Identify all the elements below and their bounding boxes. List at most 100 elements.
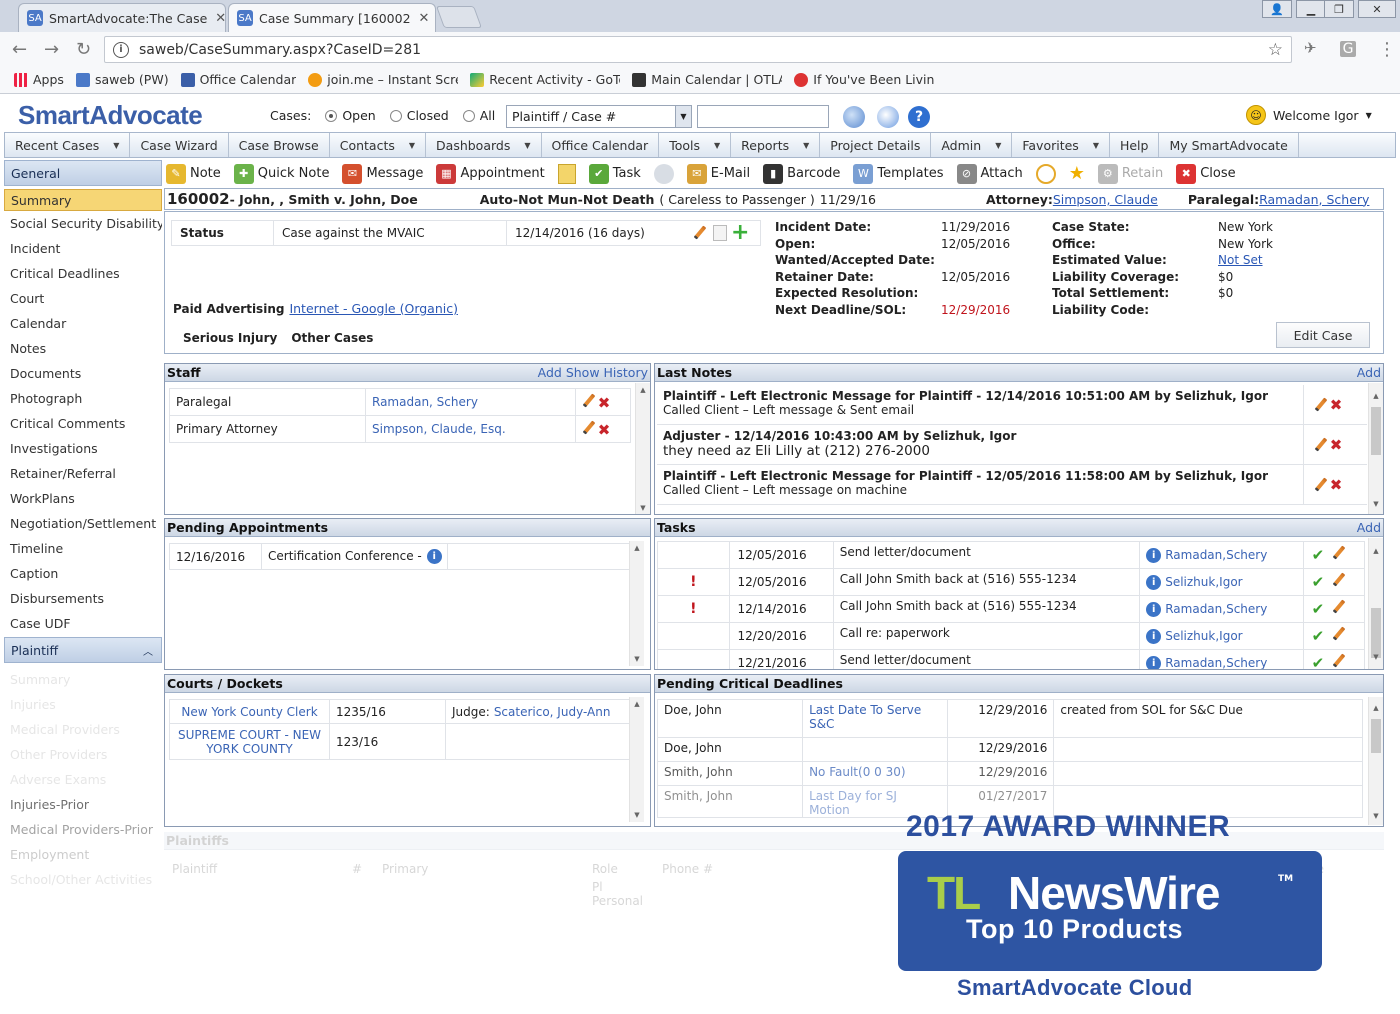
sidebar-item[interactable]: Photograph (4, 386, 162, 411)
bookmark-joinme[interactable]: join.me – Instant Scre (308, 72, 458, 87)
menu-item[interactable]: Dashboards ▼ (426, 133, 542, 157)
clock-icon[interactable] (1035, 163, 1056, 184)
scroll-down-icon[interactable]: ▼ (636, 501, 650, 514)
sidebar-item[interactable]: Caption (4, 561, 162, 586)
edit-pencil-icon[interactable] (582, 421, 596, 435)
close-window-icon[interactable]: ✕ (1358, 0, 1396, 18)
toolbar-barcode-button[interactable]: ▮ Barcode (763, 163, 840, 184)
table-row[interactable]: 12/16/2016 Certification Conference - i (169, 543, 634, 570)
task-assignee-link[interactable]: Ramadan,Schery (1165, 602, 1267, 616)
menu-item[interactable]: Admin ▼ (931, 133, 1013, 157)
bookmark-goto[interactable]: Recent Activity - GoTo (470, 72, 620, 87)
bookmark-main-calendar[interactable]: Main Calendar | OTLA (632, 72, 782, 87)
toolbar-close-button[interactable]: ✖ Close (1176, 163, 1236, 184)
toolbar-retain-button[interactable]: ⚙ Retain (1097, 163, 1163, 184)
edit-pencil-icon[interactable] (693, 226, 707, 240)
sidebar-plaintiff-header[interactable]: Plaintiff ︿ (4, 637, 162, 663)
new-tab-button[interactable] (435, 6, 483, 28)
toolbar-e-mail-button[interactable]: ✉ E-Mail (686, 163, 750, 184)
sidebar-item[interactable]: Retainer/Referral (4, 461, 162, 486)
filter-all-radio[interactable]: All (462, 108, 495, 123)
menu-item[interactable]: Reports ▼ (731, 133, 821, 157)
sidebar-item[interactable]: Timeline (4, 536, 162, 561)
paralegal-link[interactable]: Ramadan, Schery (1259, 192, 1369, 207)
menu-item[interactable]: Help (1110, 133, 1160, 157)
chevron-down-icon[interactable]: ▼ (675, 106, 691, 127)
info-icon[interactable]: i (1146, 655, 1162, 669)
close-tab-icon[interactable]: ✕ (207, 11, 225, 26)
edit-pencil-icon[interactable] (1332, 654, 1346, 668)
add-note-link[interactable]: Add (1357, 365, 1383, 380)
deadline-type-link[interactable] (802, 737, 949, 762)
delete-x-icon[interactable]: ✖ (1328, 397, 1344, 413)
scroll-down-icon[interactable]: ▼ (1369, 497, 1383, 511)
menu-item[interactable]: Case Browse (229, 133, 330, 157)
delete-x-icon[interactable]: ✖ (596, 395, 612, 411)
note-item[interactable]: Adjuster - 12/14/2016 10:43:00 AM by Sel… (657, 425, 1367, 465)
scrollbar[interactable]: ▲ ▼ (635, 383, 650, 514)
back-icon[interactable]: ← (12, 39, 27, 60)
case-search-input[interactable] (697, 105, 829, 128)
complete-check-icon[interactable]: ✔ (1312, 654, 1325, 669)
edit-pencil-icon[interactable] (1332, 546, 1346, 560)
url-input[interactable]: i saweb/CaseSummary.aspx?CaseID=281 ☆ (104, 36, 1292, 63)
table-row[interactable]: New York County Clerk 1235/16 Judge: Scater… (169, 699, 630, 724)
task-assignee-link[interactable]: Ramadan,Schery (1165, 656, 1267, 670)
attorney-link[interactable]: Simpson, Claude (1053, 192, 1158, 207)
sidebar-item[interactable]: Social Security Disability (4, 211, 162, 236)
document-icon[interactable] (713, 225, 727, 241)
sidebar-item[interactable]: Injuries (4, 692, 162, 717)
info-icon[interactable]: i (1146, 547, 1162, 563)
info-icon[interactable]: i (426, 549, 442, 564)
edit-pencil-icon[interactable] (1314, 478, 1328, 492)
scroll-up-icon[interactable]: ▲ (636, 383, 650, 397)
table-row[interactable]: Smith, John No Fault(0 0 30) 12/29/2016 (656, 761, 1363, 786)
task-assignee-link[interactable]: Ramadan,Schery (1165, 548, 1267, 562)
user-profile-icon[interactable]: 👤 (1262, 0, 1292, 18)
bookmark-saweb[interactable]: saweb (PW) (75, 72, 169, 87)
scrollbar[interactable]: ▲ ▼ (629, 697, 644, 822)
scrollbar[interactable]: ▲ ▼ (1368, 538, 1383, 669)
table-row[interactable]: 12/20/2016 Call re: paperwork i Selizhuk,Ig… (657, 622, 1366, 650)
table-row[interactable]: 12/05/2016 Send letter/document i Ramadan,S… (657, 541, 1366, 569)
extension-g-icon[interactable]: G (1340, 41, 1356, 57)
browser-tab-2[interactable]: SA Case Summary [160002 ✕ (228, 3, 436, 32)
toolbar-task-button[interactable]: ✔ Task (588, 163, 641, 184)
table-row[interactable]: Primary Attorney Simpson, Claude, Esq. ✖ (169, 415, 631, 443)
toolbar-note-button[interactable]: ✎ Note (166, 163, 221, 184)
reload-icon[interactable]: ↻ (76, 39, 91, 60)
deadline-type-link[interactable]: No Fault(0 0 30) (802, 761, 949, 786)
filter-closed-radio[interactable]: Closed (389, 108, 449, 123)
bookmark-apps[interactable]: Apps (14, 72, 64, 87)
edit-pencil-icon[interactable] (1332, 600, 1346, 614)
delete-x-icon[interactable]: ✖ (1328, 437, 1344, 453)
edit-case-button[interactable]: Edit Case (1276, 322, 1370, 348)
table-row[interactable]: Doe, John Last Date To Serve S&C 12/29/201… (656, 699, 1363, 738)
menu-item[interactable]: Project Details (820, 133, 932, 157)
paid-adv-link[interactable]: Internet - Google (Organic) (289, 301, 458, 316)
sidebar-item[interactable]: Medical Providers (4, 717, 162, 742)
staff-name-link[interactable]: Simpson, Claude, Esq. (365, 415, 576, 443)
note-item[interactable]: Plaintiff - Left Electronic Message for … (657, 465, 1367, 505)
favorite-star-icon[interactable]: ★ (1069, 163, 1085, 184)
sidebar-item[interactable]: Adverse Exams (4, 767, 162, 792)
sidebar-item[interactable]: Medical Providers-Prior (4, 817, 162, 842)
search-icon[interactable] (843, 106, 865, 128)
filter-open-radio[interactable]: Open (325, 108, 376, 123)
toolbar-message-button[interactable]: ✉ Message (342, 163, 423, 184)
deadline-type-link[interactable]: Last Date To Serve S&C (802, 699, 949, 738)
menu-item[interactable]: Favorites ▼ (1012, 133, 1110, 157)
clipboard-icon[interactable] (557, 163, 576, 184)
table-row[interactable]: Doe, John 12/29/2016 (656, 737, 1363, 762)
scroll-up-icon[interactable]: ▲ (630, 541, 644, 555)
menu-item[interactable]: Office Calendar (542, 133, 660, 157)
sidebar-item[interactable]: WorkPlans (4, 486, 162, 511)
court-link[interactable]: SUPREME COURT - NEW YORK COUNTY (169, 723, 330, 760)
chat-bubble-icon[interactable] (653, 163, 674, 184)
site-info-icon[interactable]: i (113, 41, 129, 58)
toolbar-templates-button[interactable]: W Templates (853, 163, 944, 184)
browser-tab-1[interactable]: SA SmartAdvocate:The Case ✕ (18, 3, 226, 32)
edit-pencil-icon[interactable] (1332, 627, 1346, 641)
complete-check-icon[interactable]: ✔ (1312, 600, 1325, 618)
scroll-up-icon[interactable]: ▲ (1369, 389, 1383, 403)
